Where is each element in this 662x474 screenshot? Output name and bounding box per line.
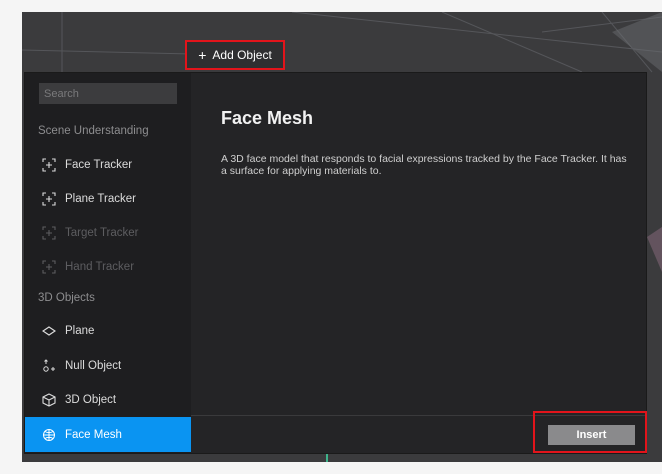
add-object-label: Add Object xyxy=(212,48,272,62)
add-object-button[interactable]: + Add Object xyxy=(185,40,285,70)
sidebar-item-3d-object[interactable]: 3D Object xyxy=(25,383,191,416)
add-object-dialog: Scene Understanding Face Tracker Plane T… xyxy=(24,72,647,454)
detail-title: Face Mesh xyxy=(221,108,314,128)
sidebar-item-target-tracker: Target Tracker xyxy=(25,216,191,249)
tracker-icon xyxy=(42,225,56,240)
object-detail-panel: Face Mesh A 3D face model that responds … xyxy=(191,73,646,413)
sidebar-item-label: 3D Object xyxy=(65,393,117,406)
tracker-icon xyxy=(42,191,56,206)
tracker-icon xyxy=(42,157,56,172)
plus-icon: + xyxy=(198,47,207,63)
sidebar-item-label: Null Object xyxy=(65,359,122,372)
sidebar-item-null-object[interactable]: Null Object xyxy=(25,349,191,382)
sidebar-item-face-tracker[interactable]: Face Tracker xyxy=(25,148,191,181)
sidebar-item-label: Face Tracker xyxy=(65,158,133,171)
search-input[interactable] xyxy=(39,83,177,104)
sidebar-item-label: Hand Tracker xyxy=(65,260,135,273)
sidebar-item-hand-tracker: Hand Tracker xyxy=(25,250,191,283)
sidebar-item-plane-tracker[interactable]: Plane Tracker xyxy=(25,182,191,215)
insert-button[interactable]: Insert xyxy=(548,425,635,445)
sidebar-item-face-mesh[interactable]: Face Mesh xyxy=(25,417,191,452)
sidebar-item-label: Plane xyxy=(65,324,95,337)
sidebar-item-label: Plane Tracker xyxy=(65,192,136,205)
cube-icon xyxy=(42,392,56,407)
plane-icon xyxy=(42,324,56,338)
sidebar-item-label: Face Mesh xyxy=(65,428,122,441)
section-header-3d-objects: 3D Objects xyxy=(38,292,95,304)
sidebar-item-plane[interactable]: Plane xyxy=(25,314,191,347)
object-list-sidebar: Scene Understanding Face Tracker Plane T… xyxy=(25,73,191,453)
detail-description: A 3D face model that responds to facial … xyxy=(221,153,627,177)
null-object-icon xyxy=(42,358,56,373)
face-mesh-icon xyxy=(42,428,56,442)
sidebar-item-label: Target Tracker xyxy=(65,226,139,239)
tracker-icon xyxy=(42,259,56,274)
section-header-scene-understanding: Scene Understanding xyxy=(38,125,149,137)
